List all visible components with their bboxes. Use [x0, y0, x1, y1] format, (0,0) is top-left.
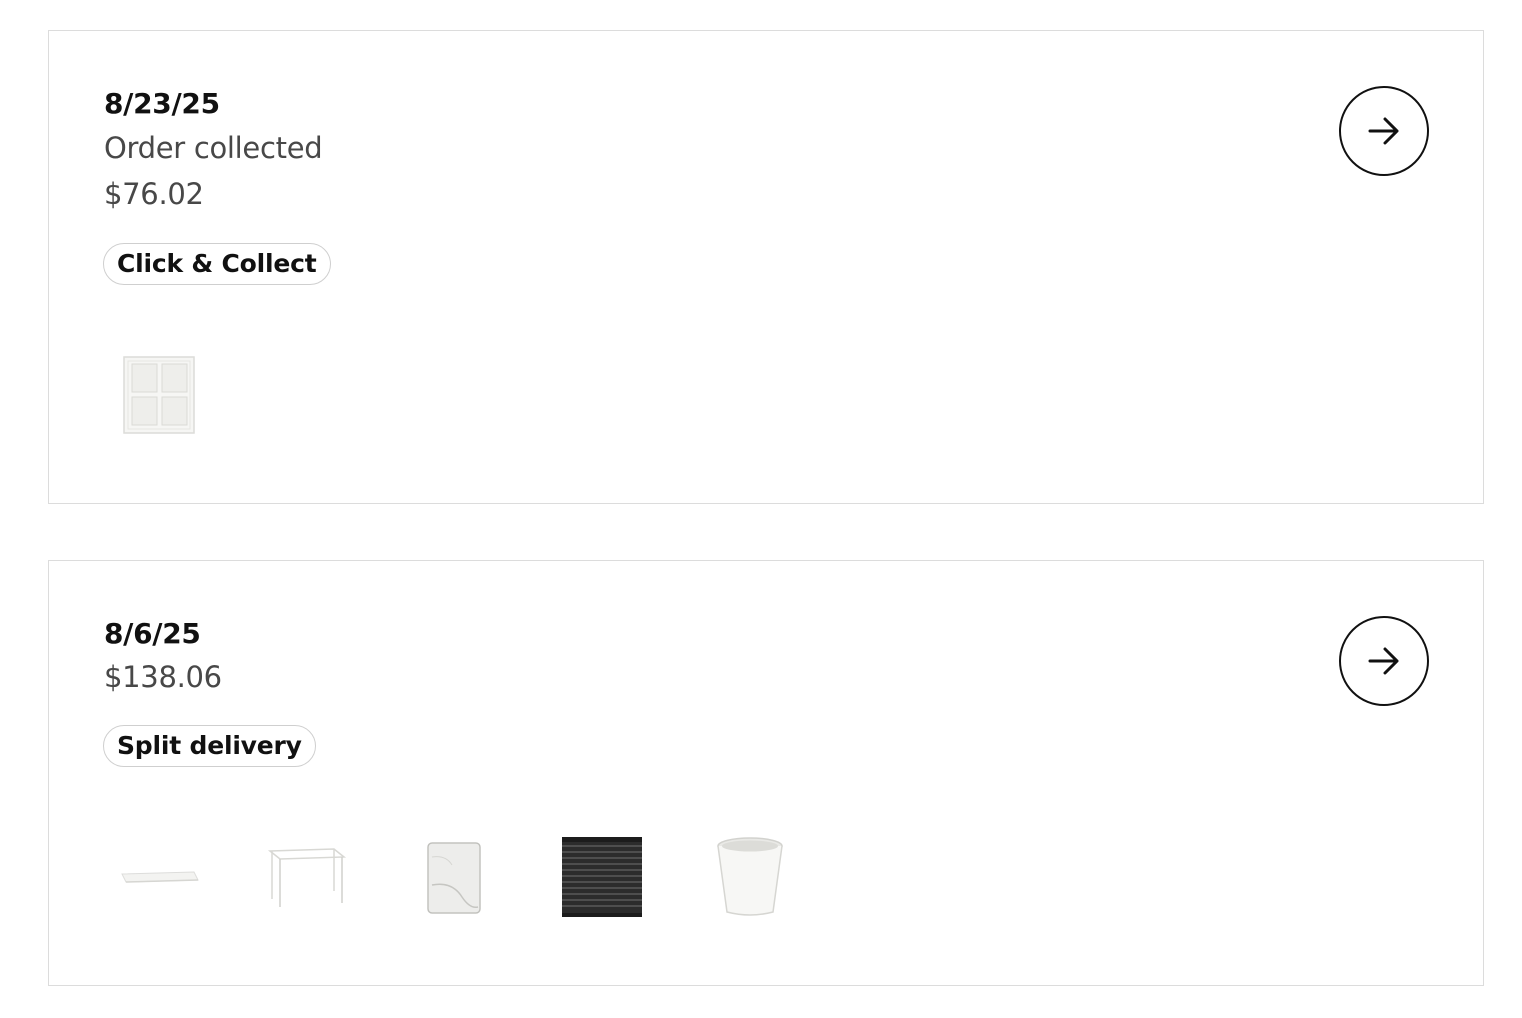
- order-card[interactable]: 8/6/25 $138.06 Split delivery: [48, 560, 1484, 986]
- arrow-right-icon: [1368, 647, 1399, 675]
- order-status: Order collected: [104, 131, 323, 165]
- cube-shelf-icon[interactable]: [104, 341, 212, 449]
- delivery-method-badge: Click & Collect: [103, 243, 331, 285]
- arrow-right-icon: [1368, 117, 1399, 145]
- order-date: 8/23/25: [104, 87, 220, 120]
- table-top-icon[interactable]: [104, 823, 212, 931]
- fitted-sheet-icon[interactable]: [400, 823, 508, 931]
- open-order-button[interactable]: [1339, 86, 1429, 176]
- order-items-thumbnails: [104, 341, 252, 449]
- pleated-blind-icon[interactable]: [548, 823, 656, 931]
- order-items-thumbnails: [104, 823, 844, 931]
- open-order-button[interactable]: [1339, 616, 1429, 706]
- order-total: $76.02: [104, 177, 204, 211]
- plant-pot-icon[interactable]: [696, 823, 804, 931]
- table-frame-icon[interactable]: [252, 823, 360, 931]
- order-card[interactable]: 8/23/25 Order collected $76.02 Click & C…: [48, 30, 1484, 504]
- order-date: 8/6/25: [104, 617, 201, 650]
- order-total: $138.06: [104, 660, 222, 694]
- delivery-method-badge: Split delivery: [103, 725, 316, 767]
